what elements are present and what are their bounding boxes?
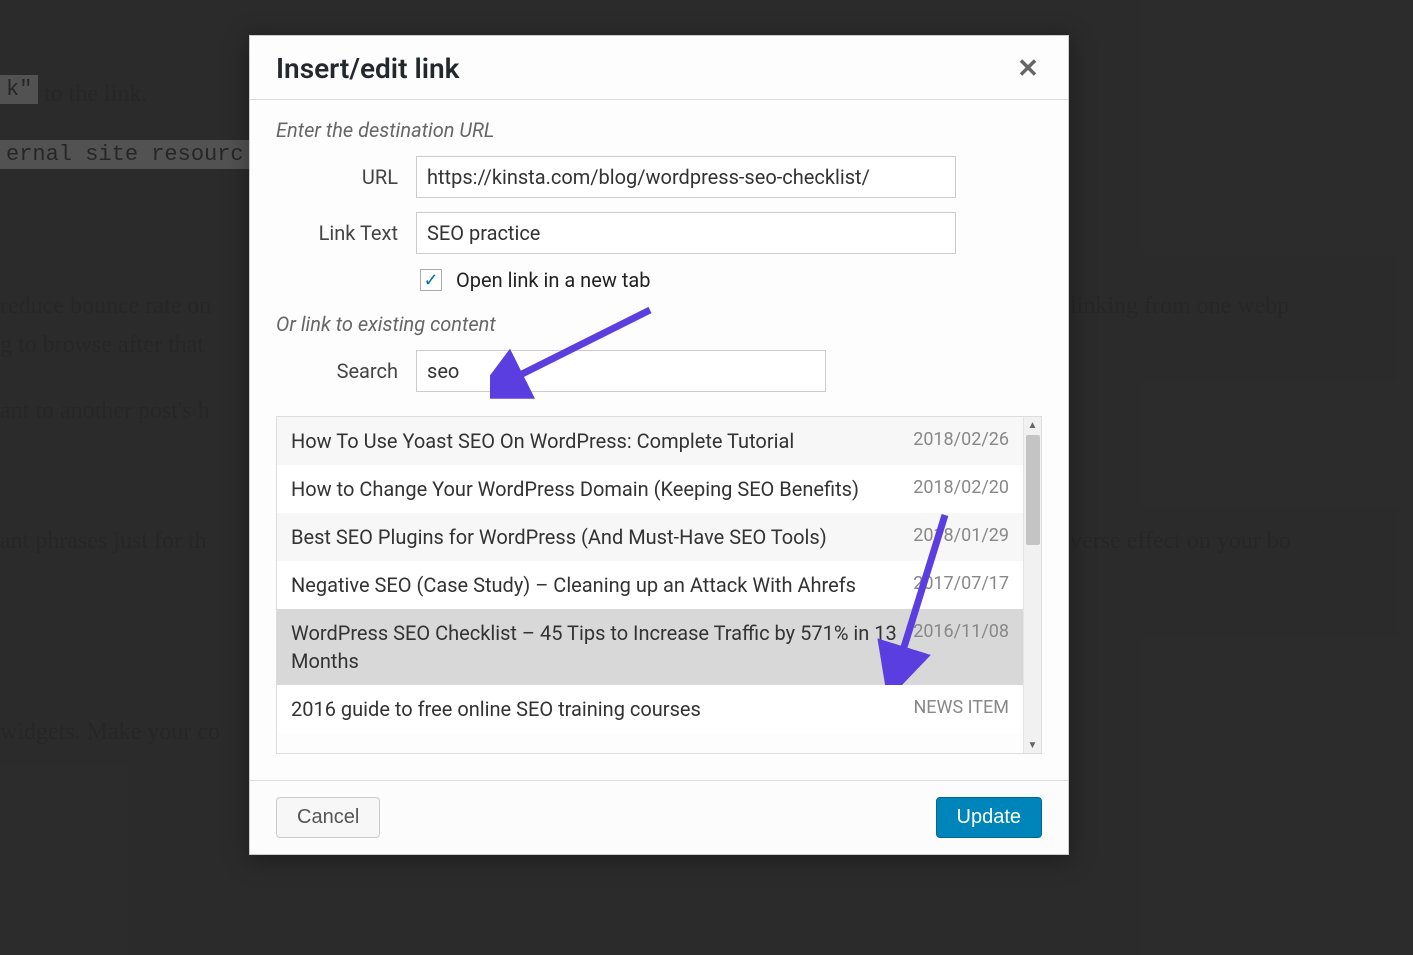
result-meta: 2017/07/17 — [913, 571, 1009, 594]
new-tab-label: Open link in a new tab — [456, 268, 650, 292]
result-meta: 2018/02/20 — [913, 475, 1009, 498]
modal-footer: Cancel Update — [250, 780, 1068, 854]
section-existing-content: Or link to existing content — [276, 312, 1042, 336]
search-result-item[interactable]: 2016 guide to free online SEO training c… — [277, 685, 1023, 733]
result-meta: 2018/02/26 — [913, 427, 1009, 450]
new-tab-checkbox[interactable]: ✓ — [420, 269, 442, 291]
cancel-button[interactable]: Cancel — [276, 797, 380, 838]
results-list: How To Use Yoast SEO On WordPress: Compl… — [277, 417, 1023, 753]
update-button[interactable]: Update — [936, 797, 1043, 838]
search-label: Search — [276, 359, 416, 383]
result-title: 2016 guide to free online SEO training c… — [291, 695, 913, 723]
scroll-down-icon[interactable]: ▼ — [1024, 737, 1041, 753]
section-destination-url: Enter the destination URL — [276, 118, 1042, 142]
modal-title: Insert/edit link — [276, 52, 459, 85]
results-scrollbar[interactable]: ▲ ▼ — [1023, 417, 1041, 753]
close-icon[interactable]: ✕ — [1014, 55, 1042, 83]
results-container: How To Use Yoast SEO On WordPress: Compl… — [276, 416, 1042, 754]
modal-body: Enter the destination URL URL Link Text … — [250, 100, 1068, 416]
new-tab-row: ✓ Open link in a new tab — [280, 268, 1042, 292]
search-result-item[interactable]: How to Change Your WordPress Domain (Kee… — [277, 465, 1023, 513]
url-input[interactable] — [416, 156, 956, 198]
result-title: How To Use Yoast SEO On WordPress: Compl… — [291, 427, 913, 455]
modal-header: Insert/edit link ✕ — [250, 36, 1068, 100]
search-result-item[interactable]: WordPress SEO Checklist – 45 Tips to Inc… — [277, 609, 1023, 685]
result-meta: 2016/11/08 — [913, 619, 1009, 642]
search-result-item[interactable]: Best SEO Plugins for WordPress (And Must… — [277, 513, 1023, 561]
result-meta: NEWS ITEM — [913, 695, 1009, 718]
search-result-item[interactable]: How To Use Yoast SEO On WordPress: Compl… — [277, 417, 1023, 465]
search-input[interactable] — [416, 350, 826, 392]
url-row: URL — [276, 156, 1042, 198]
result-title: WordPress SEO Checklist – 45 Tips to Inc… — [291, 619, 913, 675]
result-title: Negative SEO (Case Study) – Cleaning up … — [291, 571, 913, 599]
search-row: Search — [276, 350, 1042, 392]
result-title: How to Change Your WordPress Domain (Kee… — [291, 475, 913, 503]
scroll-up-icon[interactable]: ▲ — [1024, 417, 1041, 433]
link-text-row: Link Text — [276, 212, 1042, 254]
result-meta: 2018/01/29 — [913, 523, 1009, 546]
scroll-thumb[interactable] — [1026, 435, 1040, 545]
insert-link-modal: Insert/edit link ✕ Enter the destination… — [249, 35, 1069, 855]
search-result-item[interactable]: Negative SEO (Case Study) – Cleaning up … — [277, 561, 1023, 609]
link-text-label: Link Text — [276, 221, 416, 245]
link-text-input[interactable] — [416, 212, 956, 254]
result-title: Best SEO Plugins for WordPress (And Must… — [291, 523, 913, 551]
url-label: URL — [276, 165, 416, 189]
